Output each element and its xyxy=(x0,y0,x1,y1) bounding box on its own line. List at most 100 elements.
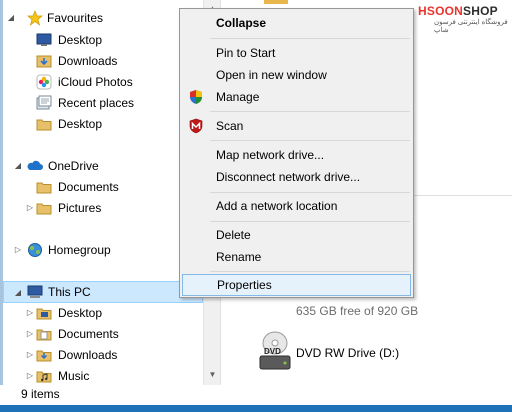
documents-folder-icon xyxy=(36,329,52,340)
icloud-photos-icon xyxy=(36,74,52,89)
desktop-folder-icon xyxy=(36,308,52,319)
menu-item-delete[interactable]: Delete xyxy=(182,224,411,246)
nav-item-onedrive[interactable]: ◢ OneDrive xyxy=(3,155,203,176)
folder-icon xyxy=(36,182,52,193)
menu-item-label: Add a network location xyxy=(216,199,338,213)
menu-item-add-network-location[interactable]: Add a network location xyxy=(182,195,411,217)
nav-item-documents[interactable]: Documents xyxy=(3,176,203,197)
logo-tagline: فروشگاه اینترنتی فرسون شاپ xyxy=(434,19,508,34)
nav-item-recent-places[interactable]: Recent places xyxy=(3,92,203,113)
menu-item-label: Scan xyxy=(216,119,244,133)
menu-item-rename[interactable]: Rename xyxy=(182,246,411,268)
nav-item-label: Favourites xyxy=(47,10,104,25)
menu-separator xyxy=(210,38,410,39)
nav-item-pc-downloads[interactable]: ▷ Downloads xyxy=(3,344,203,365)
nav-item-label: OneDrive xyxy=(48,158,99,173)
nav-item-label: iCloud Photos xyxy=(58,74,133,89)
folder-icon xyxy=(36,119,52,130)
chevron-down-icon[interactable]: ◢ xyxy=(13,155,23,176)
menu-separator xyxy=(210,221,410,222)
mcafee-icon xyxy=(189,118,203,134)
nav-item-label: Desktop xyxy=(58,116,103,131)
menu-item-scan[interactable]: Scan xyxy=(182,115,411,137)
menu-item-label: Disconnect network drive... xyxy=(216,170,361,184)
nav-item-label: This PC xyxy=(48,285,91,299)
onedrive-cloud-icon xyxy=(27,160,43,170)
group-divider xyxy=(411,195,512,196)
nav-item-desktop[interactable]: Desktop xyxy=(3,29,203,50)
menu-item-label: Properties xyxy=(217,278,272,292)
shield-icon xyxy=(190,90,202,104)
dvd-badge-text: DVD xyxy=(264,347,281,356)
dvd-drive-icon[interactable]: DVD xyxy=(258,330,292,374)
nav-item-label: Downloads xyxy=(58,347,118,362)
nav-item-icloud-photos[interactable]: iCloud Photos xyxy=(3,71,203,92)
menu-item-open-new-window[interactable]: Open in new window xyxy=(182,64,411,86)
nav-item-label: Music xyxy=(58,368,90,383)
item-count: 9 items xyxy=(21,387,60,401)
menu-item-map-network-drive[interactable]: Map network drive... xyxy=(182,144,411,166)
chevron-down-icon[interactable]: ◢ xyxy=(6,7,16,28)
homegroup-icon xyxy=(28,242,42,257)
nav-item-pc-desktop[interactable]: ▷ Desktop xyxy=(3,302,203,323)
nav-item-desktop-2[interactable]: Desktop xyxy=(3,113,203,134)
nav-item-label: Desktop xyxy=(58,305,103,320)
logo-brand-a: HSOON xyxy=(418,4,464,18)
computer-icon xyxy=(27,285,43,298)
menu-item-pin-to-start[interactable]: Pin to Start xyxy=(182,42,411,64)
menu-item-label: Delete xyxy=(216,228,251,242)
menu-item-label: Pin to Start xyxy=(216,46,276,60)
menu-separator xyxy=(210,271,410,272)
menu-separator xyxy=(210,111,410,112)
nav-item-pc-documents[interactable]: ▷ Documents xyxy=(3,323,203,344)
chevron-right-icon[interactable]: ▷ xyxy=(25,344,35,365)
chevron-right-icon[interactable]: ▷ xyxy=(25,365,35,386)
chevron-right-icon[interactable]: ▷ xyxy=(25,323,35,344)
menu-item-label: Open in new window xyxy=(216,68,327,82)
nav-item-homegroup[interactable]: ▷ Homegroup xyxy=(3,239,203,260)
logo-brand-b: SHOP xyxy=(463,4,498,18)
nav-item-label: Documents xyxy=(58,326,119,341)
watermark-logo: HSOONSHOP فروشگاه اینترنتی فرسون شاپ xyxy=(418,4,512,34)
menu-item-collapse[interactable]: Collapse xyxy=(182,12,411,34)
nav-item-pc-music[interactable]: ▷ Music xyxy=(3,365,203,386)
nav-item-this-pc[interactable]: ◢ This PC xyxy=(3,281,203,303)
drive-free-space: 635 GB free of 920 GB xyxy=(296,304,419,318)
context-menu: Collapse Pin to Start Open in new window… xyxy=(179,8,414,298)
folder-icon xyxy=(36,203,52,214)
nav-item-label: Homegroup xyxy=(48,242,111,257)
menu-item-label: Map network drive... xyxy=(216,148,325,162)
menu-item-label: Collapse xyxy=(216,16,267,30)
menu-item-properties[interactable]: Properties xyxy=(182,274,411,296)
chevron-right-icon[interactable]: ▷ xyxy=(25,302,35,323)
nav-item-label: Desktop xyxy=(58,32,103,47)
menu-separator xyxy=(210,192,410,193)
menu-separator xyxy=(210,140,410,141)
nav-item-downloads[interactable]: Downloads xyxy=(3,50,203,71)
nav-item-label: Pictures xyxy=(58,200,102,215)
chevron-right-icon[interactable]: ▷ xyxy=(25,197,35,218)
nav-item-label: Documents xyxy=(58,179,119,194)
nav-item-pictures[interactable]: ▷ Pictures xyxy=(3,197,203,218)
star-icon xyxy=(27,9,43,26)
folder-icon xyxy=(264,0,288,4)
scroll-down-icon[interactable]: ▼ xyxy=(204,366,221,383)
desktop-icon xyxy=(36,33,52,46)
logo-wordmark: HSOONSHOP xyxy=(418,4,498,18)
nav-item-favourites[interactable]: ◢ Favourites xyxy=(3,7,203,28)
nav-item-label: Recent places xyxy=(58,95,135,110)
dvd-drive-label[interactable]: DVD RW Drive (D:) xyxy=(296,346,399,360)
recent-places-icon xyxy=(36,95,52,109)
chevron-right-icon[interactable]: ▷ xyxy=(13,239,23,260)
navigation-pane: ◢ Favourites Desktop Downloads iCloud Ph… xyxy=(3,0,203,385)
menu-item-disconnect-network-drive[interactable]: Disconnect network drive... xyxy=(182,166,411,188)
menu-item-label: Rename xyxy=(216,250,262,264)
music-folder-icon xyxy=(36,371,52,382)
window-frame-bottom xyxy=(0,405,512,412)
menu-item-manage[interactable]: Manage xyxy=(182,86,411,108)
menu-item-label: Manage xyxy=(216,90,260,104)
downloads-folder-icon xyxy=(36,350,52,361)
downloads-folder-icon xyxy=(36,55,52,67)
status-bar: 9 items xyxy=(0,385,512,405)
chevron-down-icon[interactable]: ◢ xyxy=(13,282,23,303)
